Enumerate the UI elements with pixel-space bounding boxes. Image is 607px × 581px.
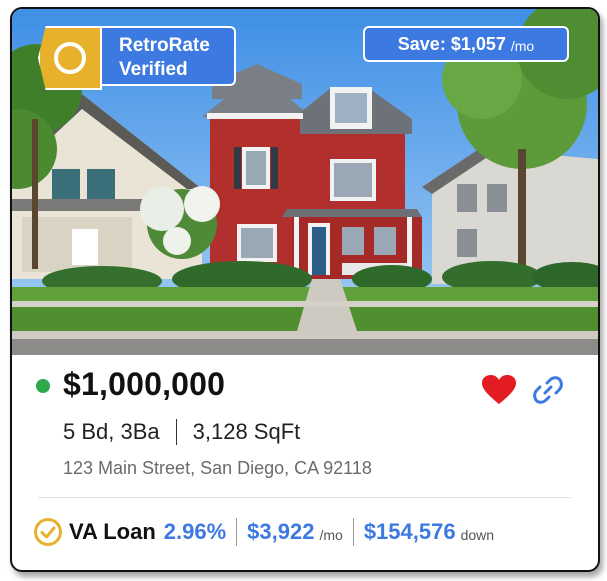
square-footage: 3,128 SqFt (192, 419, 301, 444)
specs-divider (175, 419, 177, 445)
check-circle-icon (54, 42, 86, 74)
beds-baths: 5 Bd, 3Ba (63, 419, 160, 444)
listing-price: $1,000,000 (63, 366, 226, 402)
loan-summary: VA Loan 2.96% $3,922 /mo $154,576 down (33, 515, 494, 549)
down-payment-unit: down (460, 526, 495, 543)
savings-amount: Save: $1,057 (397, 33, 506, 54)
down-payment: $154,576 (363, 519, 456, 544)
section-divider (38, 497, 571, 498)
property-specs: 5 Bd, 3Ba 3,128 SqFt (63, 419, 300, 445)
verified-badge: RetroRate Verified (38, 26, 236, 90)
listing-details: $1,000,000 5 Bd, 3Ba 3,128 SqFt 123 Main… (12, 355, 598, 570)
savings-unit: /mo (510, 37, 535, 54)
status-indicator (36, 379, 50, 393)
loan-divider (236, 518, 238, 546)
house-photo[interactable]: RetroRate Verified Save: $1,057 /mo (12, 9, 598, 355)
listing-card[interactable]: RetroRate Verified Save: $1,057 /mo $1,0… (10, 7, 600, 572)
heart-icon[interactable] (482, 375, 516, 405)
monthly-payment: $3,922 (247, 519, 315, 544)
loan-type: VA Loan (69, 519, 156, 544)
property-address: 123 Main Street, San Diego, CA 92118 (63, 458, 372, 478)
monthly-payment-unit: /mo (319, 526, 343, 543)
verified-badge-label: RetroRate Verified (102, 26, 236, 86)
check-circle-icon (34, 518, 62, 546)
loan-divider (352, 518, 354, 546)
link-icon[interactable] (531, 373, 565, 407)
loan-rate: 2.96% (163, 519, 227, 544)
badge-icon-box (38, 26, 102, 90)
savings-button[interactable]: Save: $1,057 /mo (363, 26, 569, 62)
